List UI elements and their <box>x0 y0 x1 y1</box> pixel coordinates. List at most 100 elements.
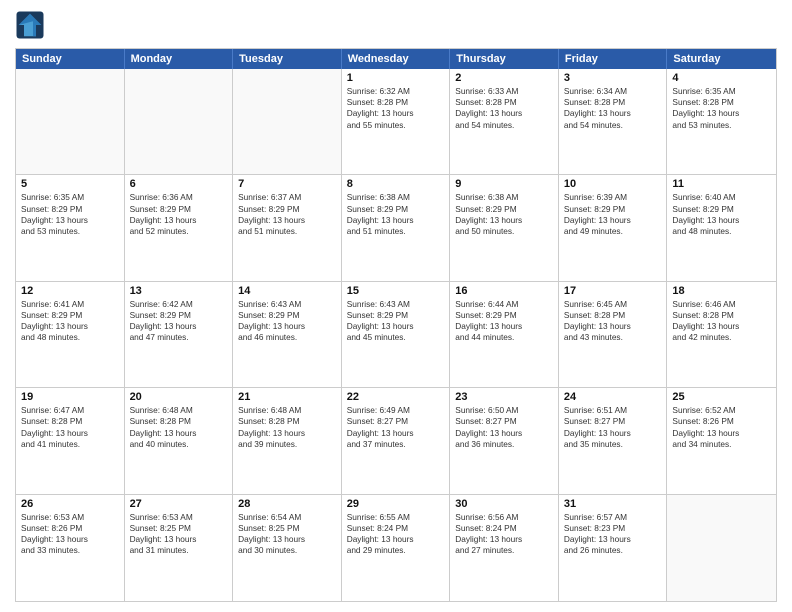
day-cell-12: 12Sunrise: 6:41 AMSunset: 8:29 PMDayligh… <box>16 282 125 387</box>
header <box>15 10 777 40</box>
cell-line: Sunset: 8:27 PM <box>347 416 445 427</box>
day-number: 10 <box>564 178 662 190</box>
day-cell-5: 5Sunrise: 6:35 AMSunset: 8:29 PMDaylight… <box>16 175 125 280</box>
cell-line: Sunset: 8:28 PM <box>672 97 771 108</box>
cell-line: Daylight: 13 hours <box>238 534 336 545</box>
cell-line: Daylight: 13 hours <box>130 428 228 439</box>
day-cell-24: 24Sunrise: 6:51 AMSunset: 8:27 PMDayligh… <box>559 388 668 493</box>
day-cell-15: 15Sunrise: 6:43 AMSunset: 8:29 PMDayligh… <box>342 282 451 387</box>
cell-line: Sunrise: 6:51 AM <box>564 405 662 416</box>
cell-line: Daylight: 13 hours <box>564 534 662 545</box>
header-day-friday: Friday <box>559 49 668 69</box>
cell-line: and 51 minutes. <box>347 226 445 237</box>
day-cell-8: 8Sunrise: 6:38 AMSunset: 8:29 PMDaylight… <box>342 175 451 280</box>
cell-line: Daylight: 13 hours <box>347 534 445 545</box>
cell-line: Sunset: 8:29 PM <box>21 204 119 215</box>
day-number: 13 <box>130 285 228 297</box>
cell-line: Sunset: 8:29 PM <box>347 204 445 215</box>
cell-line: Sunrise: 6:40 AM <box>672 192 771 203</box>
day-cell-22: 22Sunrise: 6:49 AMSunset: 8:27 PMDayligh… <box>342 388 451 493</box>
day-cell-3: 3Sunrise: 6:34 AMSunset: 8:28 PMDaylight… <box>559 69 668 174</box>
cell-line: Sunset: 8:29 PM <box>347 310 445 321</box>
day-number: 16 <box>455 285 553 297</box>
day-number: 19 <box>21 391 119 403</box>
cell-line: Sunrise: 6:43 AM <box>347 299 445 310</box>
cell-line: Sunrise: 6:37 AM <box>238 192 336 203</box>
header-day-tuesday: Tuesday <box>233 49 342 69</box>
cell-line: and 33 minutes. <box>21 545 119 556</box>
cell-line: Daylight: 13 hours <box>21 215 119 226</box>
cell-line: Sunset: 8:28 PM <box>21 416 119 427</box>
day-cell-23: 23 Sunrise: 6:50 AMSunset: 8:27 PMDayligh… <box>450 388 559 493</box>
cell-line: and 45 minutes. <box>347 332 445 343</box>
cell-line: Sunrise: 6:36 AM <box>130 192 228 203</box>
day-number: 30 <box>455 498 553 510</box>
cell-line: and 53 minutes. <box>21 226 119 237</box>
cell-line: Sunrise: 6:54 AM <box>238 512 336 523</box>
day-number: 14 <box>238 285 336 297</box>
day-cell-21: 21Sunrise: 6:48 AMSunset: 8:28 PMDayligh… <box>233 388 342 493</box>
day-number: 28 <box>238 498 336 510</box>
day-cell-17: 17Sunrise: 6:45 AMSunset: 8:28 PMDayligh… <box>559 282 668 387</box>
cell-line: Daylight: 13 hours <box>455 428 553 439</box>
day-cell-19: 19Sunrise: 6:47 AMSunset: 8:28 PMDayligh… <box>16 388 125 493</box>
cell-line: Daylight: 13 hours <box>347 215 445 226</box>
cell-line: and 42 minutes. <box>672 332 771 343</box>
cell-line: Sunrise: 6:50 AM <box>455 405 553 416</box>
cell-line: and 30 minutes. <box>238 545 336 556</box>
cell-line: Sunset: 8:26 PM <box>672 416 771 427</box>
logo <box>15 10 49 40</box>
day-number: 3 <box>564 72 662 84</box>
cell-line: Sunset: 8:27 PM <box>455 416 553 427</box>
cell-line: Daylight: 13 hours <box>21 321 119 332</box>
day-number: 23 <box>455 391 553 403</box>
cell-line: and 48 minutes. <box>21 332 119 343</box>
cell-line: and 53 minutes. <box>672 120 771 131</box>
cell-line: Sunrise: 6:42 AM <box>130 299 228 310</box>
cell-line: and 48 minutes. <box>672 226 771 237</box>
empty-cell <box>667 495 776 601</box>
cell-line: and 35 minutes. <box>564 439 662 450</box>
cell-line: and 46 minutes. <box>238 332 336 343</box>
cell-line: Daylight: 13 hours <box>455 108 553 119</box>
day-cell-7: 7Sunrise: 6:37 AMSunset: 8:29 PMDaylight… <box>233 175 342 280</box>
cell-line: and 29 minutes. <box>347 545 445 556</box>
cell-line: Daylight: 13 hours <box>130 534 228 545</box>
calendar: SundayMondayTuesdayWednesdayThursdayFrid… <box>15 48 777 602</box>
cell-line: Sunrise: 6:44 AM <box>455 299 553 310</box>
day-cell-11: 11Sunrise: 6:40 AMSunset: 8:29 PMDayligh… <box>667 175 776 280</box>
cell-line: Sunrise: 6:32 AM <box>347 86 445 97</box>
cell-line: and 41 minutes. <box>21 439 119 450</box>
header-day-monday: Monday <box>125 49 234 69</box>
cell-line: and 55 minutes. <box>347 120 445 131</box>
day-number: 26 <box>21 498 119 510</box>
cell-line: Daylight: 13 hours <box>564 215 662 226</box>
cell-line: Sunset: 8:28 PM <box>238 416 336 427</box>
cell-line: Daylight: 13 hours <box>130 321 228 332</box>
day-cell-25: 25Sunrise: 6:52 AMSunset: 8:26 PMDayligh… <box>667 388 776 493</box>
cell-line: Daylight: 13 hours <box>672 321 771 332</box>
cell-line: and 44 minutes. <box>455 332 553 343</box>
day-cell-16: 16Sunrise: 6:44 AMSunset: 8:29 PMDayligh… <box>450 282 559 387</box>
cell-line: Sunset: 8:29 PM <box>455 204 553 215</box>
cell-line: Daylight: 13 hours <box>347 321 445 332</box>
cell-line: Sunset: 8:28 PM <box>455 97 553 108</box>
day-cell-18: 18Sunrise: 6:46 AMSunset: 8:28 PMDayligh… <box>667 282 776 387</box>
cell-line: Daylight: 13 hours <box>21 534 119 545</box>
cell-line: and 54 minutes. <box>455 120 553 131</box>
day-cell-2: 2Sunrise: 6:33 AMSunset: 8:28 PMDaylight… <box>450 69 559 174</box>
day-number: 17 <box>564 285 662 297</box>
header-day-thursday: Thursday <box>450 49 559 69</box>
cell-line: and 51 minutes. <box>238 226 336 237</box>
cell-line: and 54 minutes. <box>564 120 662 131</box>
cell-line: Sunrise: 6:56 AM <box>455 512 553 523</box>
cell-line: Sunrise: 6:33 AM <box>455 86 553 97</box>
cell-line: Sunset: 8:26 PM <box>21 523 119 534</box>
day-number: 12 <box>21 285 119 297</box>
cell-line: Daylight: 13 hours <box>238 428 336 439</box>
cell-line: and 52 minutes. <box>130 226 228 237</box>
cell-line: and 27 minutes. <box>455 545 553 556</box>
day-number: 31 <box>564 498 662 510</box>
cell-line: Sunrise: 6:48 AM <box>130 405 228 416</box>
cell-line: Sunrise: 6:53 AM <box>21 512 119 523</box>
